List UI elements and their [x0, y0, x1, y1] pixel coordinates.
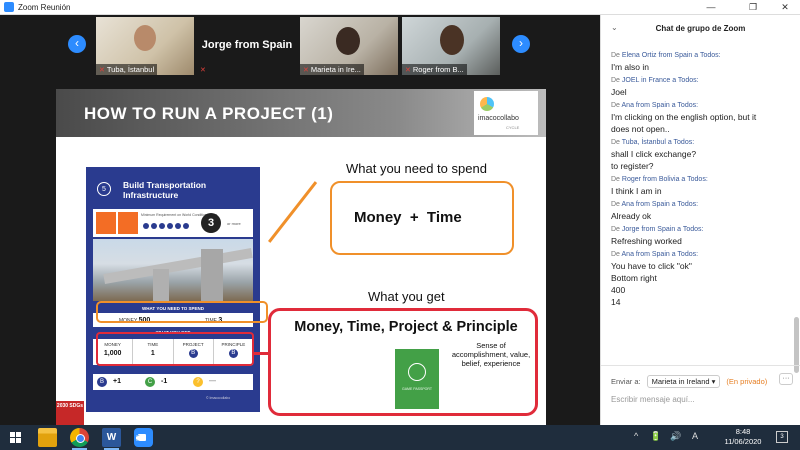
chevron-down-icon: ▾	[711, 377, 716, 386]
chat-message: De Ana from Spain a Todos: I'm clicking …	[611, 102, 757, 134]
requirement-number: 3	[201, 213, 221, 233]
windows-taskbar: W ^ 🔋 🔊 A 8:48 11/06/2020 3	[0, 425, 800, 450]
participant-name-label: ✕ Marieta in Ire...	[300, 64, 364, 75]
spend-box: Money + Time	[330, 181, 514, 255]
card-requirements: Minimum Requirement on World Condition M…	[93, 209, 253, 237]
chat-message: De JOEL in France a Todos: Joel	[611, 77, 699, 97]
send-to-row: Enviar a: Marieta in Ireland ▾ (En priva…	[611, 375, 767, 388]
taskbar-clock[interactable]: 8:48 11/06/2020	[718, 427, 768, 447]
language-icon[interactable]: A	[692, 431, 698, 441]
chat-message: De Roger from Bolivia a Todos: I think I…	[611, 176, 708, 196]
spend-heading: What you need to spend	[346, 161, 487, 176]
condition-meter	[143, 223, 189, 229]
minimize-button[interactable]: —	[698, 0, 724, 15]
window-title: Zoom Reunión	[18, 2, 71, 12]
get-highlight	[96, 332, 254, 366]
chat-messages: De Elena Ortiz from Spain a Todos: I'm a…	[611, 51, 787, 311]
chevron-right-icon[interactable]: ›	[512, 35, 530, 53]
effects-row: B +1 C -1 ? —	[93, 374, 253, 390]
spend-highlight	[96, 301, 268, 323]
participant-tile[interactable]: ✕ Marieta in Ire...	[300, 17, 398, 75]
zoom-icon[interactable]	[134, 428, 153, 447]
muted-mic-icon: ✕	[99, 67, 105, 74]
project-card: 5 Build Transportation Infrastructure Mi…	[86, 167, 260, 412]
participant-video	[336, 27, 360, 55]
notification-icon[interactable]: 3	[776, 431, 788, 443]
chat-message: De Elena Ortiz from Spain a Todos: I'm a…	[611, 52, 721, 72]
participant-tile[interactable]: ✕ Tuba, İstanbul	[96, 17, 194, 75]
meeting-area: ‹ ✕ Tuba, İstanbul Jorge from Spain ✕ ✕ Ma…	[0, 15, 600, 426]
card-header: 5 Build Transportation Infrastructure	[93, 176, 253, 206]
slide-header: HOW TO RUN A PROJECT (1) imacocollabo CY…	[56, 89, 546, 137]
private-label: (En privado)	[726, 377, 768, 386]
chat-divider	[601, 365, 800, 366]
chat-message: De Ana from Spain a Todos: Already ok	[611, 201, 699, 221]
get-heading: What you get	[368, 289, 445, 304]
get-box: Money, Time, Project & Principle GAME PA…	[268, 308, 538, 416]
chat-message: De Ana from Spain a Todos: You have to c…	[611, 251, 699, 307]
participant-tile[interactable]: Jorge from Spain ✕	[197, 17, 297, 75]
volume-icon[interactable]: 🔊	[670, 431, 681, 442]
participant-video	[134, 25, 156, 51]
title-bar: Zoom Reunión — ❐ ✕	[0, 0, 800, 15]
sense-text: Sense of accomplishment, value, belief, …	[451, 341, 531, 368]
recipient-select[interactable]: Marieta in Ireland ▾	[646, 375, 721, 388]
participant-strip: ‹ ✕ Tuba, İstanbul Jorge from Spain ✕ ✕ Ma…	[0, 15, 600, 77]
send-to-label: Enviar a:	[611, 377, 641, 386]
globe-icon	[408, 363, 426, 381]
participant-name-label: ✕ Roger from B...	[402, 64, 467, 75]
participant-tile[interactable]: ✕ Roger from B...	[402, 17, 500, 75]
chat-message: De Jorge from Spain a Todos: Refreshing …	[611, 226, 704, 246]
imacocollabo-logo: imacocollabo CYCLE	[474, 91, 538, 135]
effect-random-icon: ?	[193, 377, 203, 387]
participant-video	[440, 25, 464, 55]
shared-screen-slide: HOW TO RUN A PROJECT (1) imacocollabo CY…	[56, 89, 546, 426]
slide-title: HOW TO RUN A PROJECT (1)	[84, 104, 334, 123]
chrome-icon[interactable]	[70, 428, 89, 450]
chevron-left-icon[interactable]: ‹	[68, 35, 86, 53]
chat-message: De Tuba, İstanbul a Todos: shall I click…	[611, 139, 697, 171]
muted-mic-icon: ✕	[303, 67, 309, 74]
battery-icon[interactable]: 🔋	[650, 431, 661, 442]
sdg-badge: 2030 SDGs	[56, 401, 84, 426]
logo-mark-icon	[480, 97, 494, 111]
passport-image: GAME PASSPORT	[395, 349, 439, 409]
tray-chevron-icon[interactable]: ^	[634, 431, 638, 441]
card-title: Build Transportation Infrastructure	[123, 180, 207, 200]
effect-b-icon: B	[97, 377, 107, 387]
spend-connector	[268, 181, 317, 243]
chat-panel: ⌄ Chat de grupo de Zoom De Elena Ortiz f…	[600, 15, 800, 425]
participant-mic-label: ✕	[197, 64, 211, 75]
windows-start-icon[interactable]	[10, 432, 21, 443]
muted-mic-icon: ✕	[405, 67, 411, 74]
close-button[interactable]: ✕	[772, 0, 798, 15]
file-explorer-icon[interactable]	[38, 428, 57, 447]
muted-mic-icon: ✕	[200, 67, 206, 74]
sdg-11-icon	[118, 212, 138, 234]
participant-name: Jorge from Spain	[201, 39, 293, 51]
card-number: 5	[97, 182, 111, 196]
bridge-construction-photo	[93, 239, 253, 301]
effect-c-icon: C	[145, 377, 155, 387]
more-options-button[interactable]: ···	[779, 373, 793, 385]
maximize-button[interactable]: ❐	[740, 0, 766, 15]
zoom-logo-icon	[4, 2, 14, 12]
participant-name-label: ✕ Tuba, İstanbul	[96, 64, 158, 75]
chat-message-input[interactable]: Escribir mensaje aquí...	[611, 395, 791, 404]
word-icon[interactable]: W	[102, 428, 121, 450]
chat-title: Chat de grupo de Zoom	[655, 24, 746, 33]
sdg-9-icon	[96, 212, 116, 234]
